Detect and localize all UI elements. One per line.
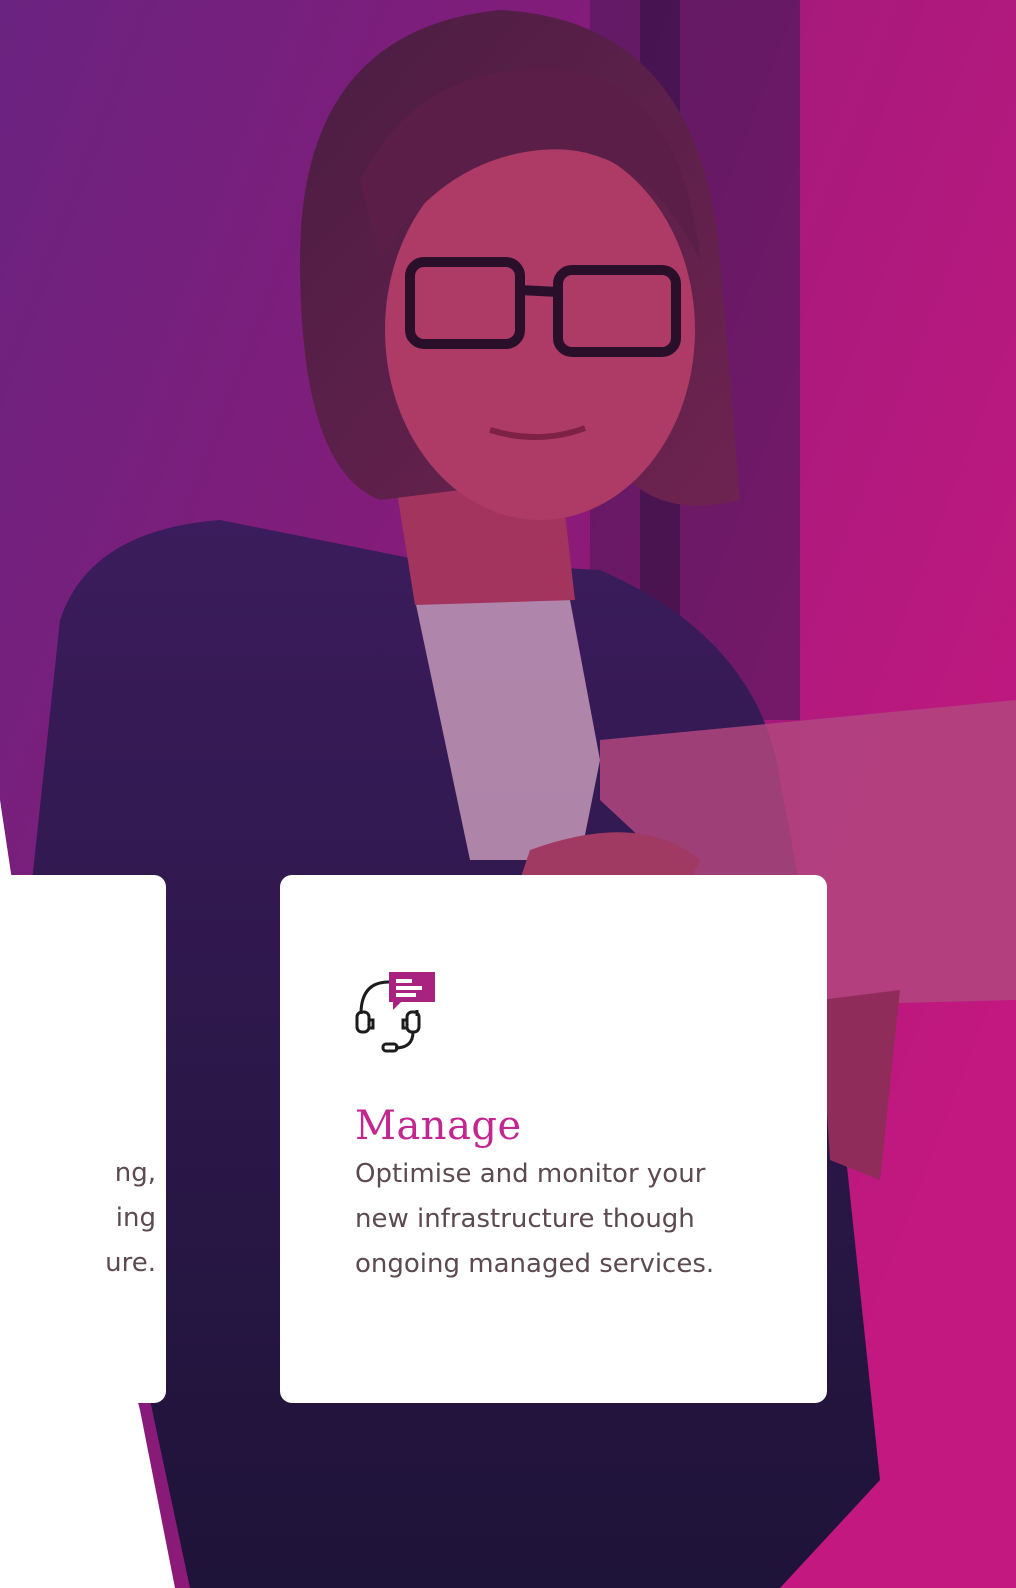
card-description-partial: ng, ing ure. (105, 1158, 156, 1278)
headset-chat-icon (355, 972, 435, 1053)
card-title: Manage (355, 1103, 522, 1149)
card-description: Optimise and monitor your new infrastruc… (355, 1159, 715, 1279)
service-card-partial: ng, ing ure. (0, 875, 166, 1403)
service-card-manage: Manage Optimise and monitor your new inf… (280, 875, 827, 1403)
